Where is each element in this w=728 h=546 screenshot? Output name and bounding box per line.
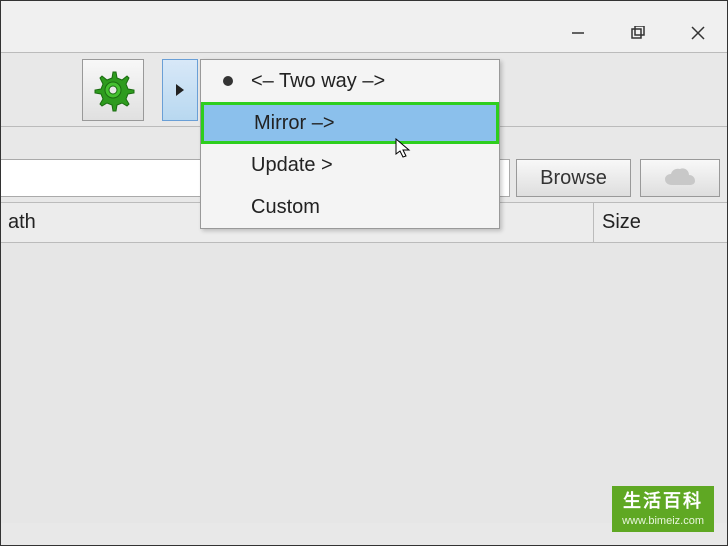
browse-label: Browse — [540, 167, 607, 190]
minimize-icon — [571, 26, 585, 40]
menu-item-label: <– Two way –> — [251, 70, 385, 93]
cloud-icon — [663, 167, 697, 189]
titlebar — [0, 0, 728, 52]
watermark: 生活百科 www.bimeiz.com — [612, 486, 714, 532]
menu-item-custom[interactable]: Custom — [201, 186, 499, 228]
browse-button[interactable]: Browse — [516, 159, 631, 197]
sync-mode-menu: <– Two way –> Mirror –> Update > Custom — [200, 59, 500, 229]
menu-item-label: Mirror –> — [254, 112, 335, 135]
menu-item-two-way[interactable]: <– Two way –> — [201, 60, 499, 102]
toolbar: <– Two way –> Mirror –> Update > Custom — [0, 52, 728, 127]
gear-icon — [91, 68, 135, 112]
bullet-icon — [223, 76, 233, 86]
column-label: ath — [8, 211, 36, 234]
close-button[interactable] — [668, 18, 728, 48]
arrow-right-icon — [175, 83, 185, 97]
close-icon — [691, 26, 705, 40]
watermark-url: www.bimeiz.com — [622, 514, 704, 528]
cloud-button[interactable] — [640, 159, 720, 197]
menu-item-update[interactable]: Update > — [201, 144, 499, 186]
menu-item-mirror[interactable]: Mirror –> — [201, 102, 499, 144]
watermark-title: 生活百科 — [623, 490, 703, 513]
column-label: Size — [602, 211, 641, 234]
maximize-button[interactable] — [608, 18, 668, 48]
minimize-button[interactable] — [548, 18, 608, 48]
menu-item-label: Custom — [251, 196, 320, 219]
sync-mode-dropdown-button[interactable] — [162, 59, 198, 121]
settings-button[interactable] — [82, 59, 144, 121]
maximize-icon — [631, 26, 645, 40]
menu-item-label: Update > — [251, 154, 333, 177]
file-list-area — [0, 243, 728, 523]
column-size[interactable]: Size — [594, 203, 728, 242]
